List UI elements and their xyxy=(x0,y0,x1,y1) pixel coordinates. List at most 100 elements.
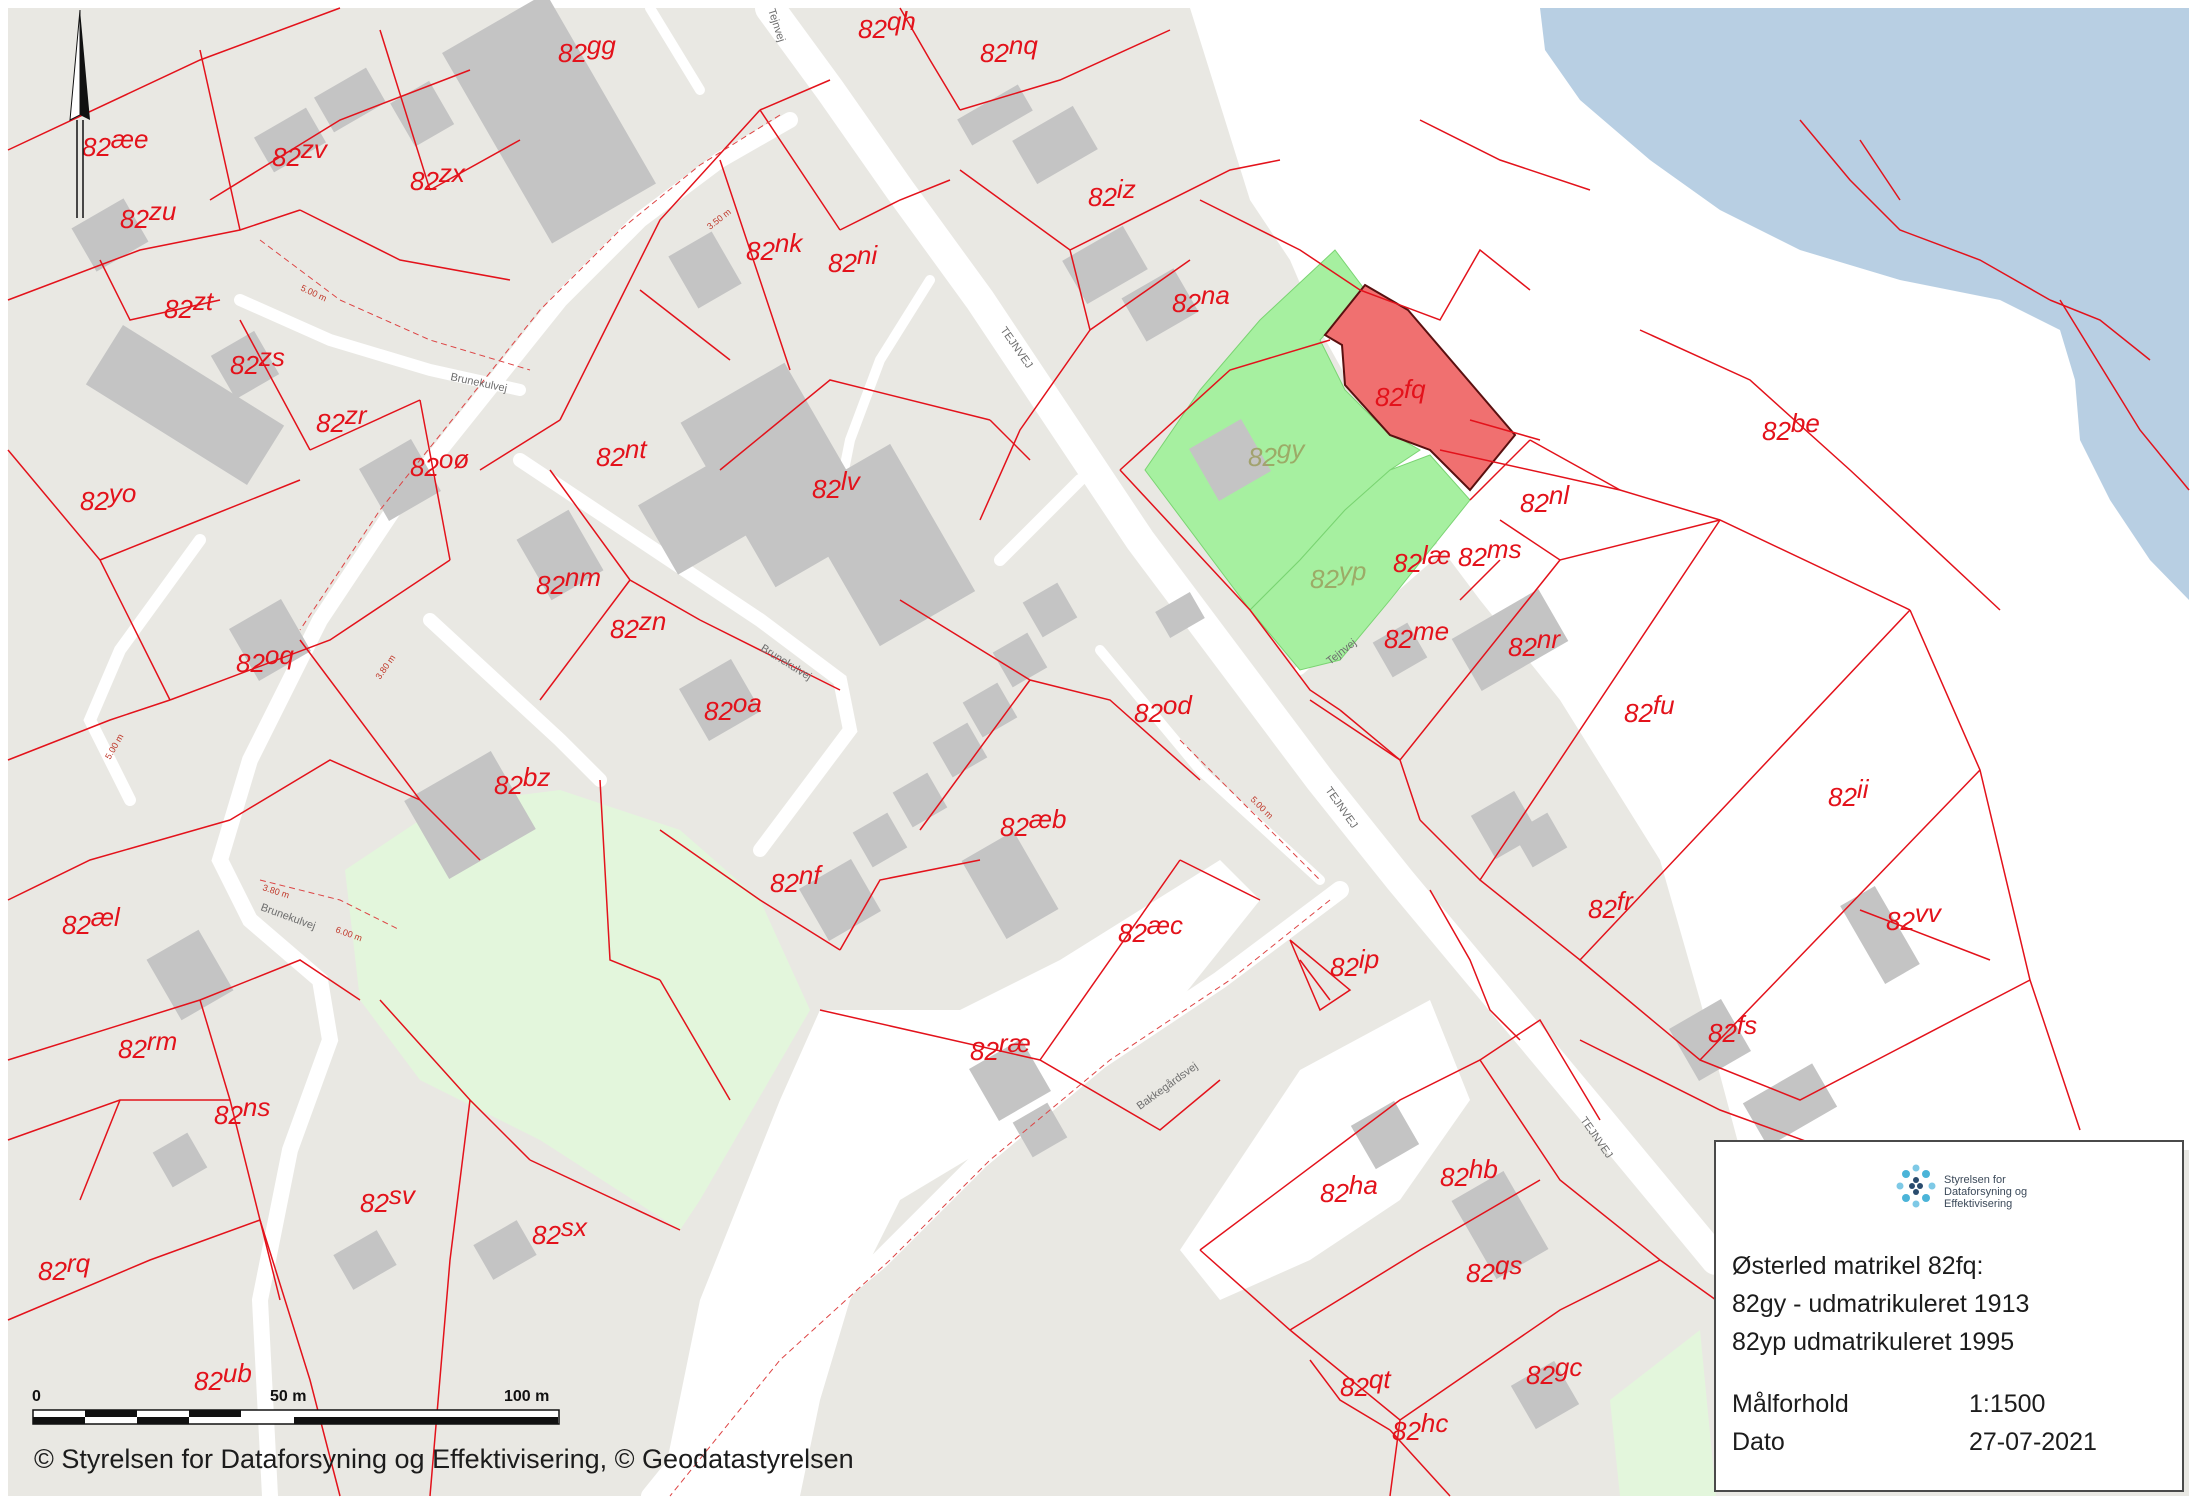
parcel-number: 82 xyxy=(236,648,265,678)
parcel-suffix: læ xyxy=(1422,540,1451,570)
parcel-number: 82 xyxy=(1320,1178,1349,1208)
parcel-suffix: æb xyxy=(1029,804,1067,834)
parcel-number: 82 xyxy=(770,868,799,898)
parcel-suffix: zr xyxy=(344,400,368,430)
parcel-suffix: yp xyxy=(1337,556,1366,586)
scale-tick-0: 0 xyxy=(32,1388,41,1405)
parcel-number: 82 xyxy=(1526,1360,1555,1390)
parcel-suffix: oø xyxy=(439,444,469,474)
parcel-number: 82 xyxy=(1624,698,1653,728)
legend-box: Styrelsen for Dataforsyning og Effektivi… xyxy=(1714,1140,2184,1492)
map-frame: TEJNVEJ TEJNVEJ TEJNVEJ Tejnvej Tejnvej … xyxy=(0,0,2197,1504)
parcel-suffix: nt xyxy=(625,434,648,464)
parcel-number: 82 xyxy=(1508,632,1537,662)
parcel-number: 82 xyxy=(980,38,1009,68)
parcel-suffix: qt xyxy=(1369,1364,1392,1394)
parcel-number: 82 xyxy=(62,910,91,940)
parcel-number: 82 xyxy=(80,486,109,516)
scale-tick-100: 100 m xyxy=(504,1388,550,1405)
parcel-number: 82 xyxy=(1118,918,1147,948)
parcel-number: 82 xyxy=(1466,1258,1495,1288)
parcel-number: 82 xyxy=(1392,1416,1421,1446)
agency-name-line: Styrelsen for xyxy=(1944,1174,2006,1186)
parcel-number: 82 xyxy=(272,142,301,172)
parcel-number: 82 xyxy=(164,294,193,324)
parcel-suffix: be xyxy=(1791,408,1820,438)
parcel-suffix: yo xyxy=(107,478,136,508)
parcel-number: 82 xyxy=(536,570,565,600)
parcel-suffix: nl xyxy=(1549,480,1570,510)
parcel-suffix: ns xyxy=(243,1092,270,1122)
agency-name-line: Effektivisering xyxy=(1944,1198,2013,1210)
parcel-suffix: ræ xyxy=(999,1028,1031,1058)
parcel-number: 82 xyxy=(812,474,841,504)
parcel-suffix: vv xyxy=(1915,898,1943,928)
parcel-suffix: sv xyxy=(389,1180,417,1210)
parcel-number: 82 xyxy=(970,1036,999,1066)
parcel-number: 82 xyxy=(1330,952,1359,982)
scale-tick-50: 50 m xyxy=(270,1388,307,1405)
parcel-suffix: rm xyxy=(147,1026,177,1056)
parcel-suffix: hb xyxy=(1469,1154,1498,1184)
parcel-number: 82 xyxy=(704,696,733,726)
parcel-suffix: oq xyxy=(265,640,294,670)
parcel-number: 82 xyxy=(596,442,625,472)
parcel-suffix: hc xyxy=(1421,1408,1448,1438)
parcel-number: 82 xyxy=(1340,1372,1369,1402)
parcel-suffix: qh xyxy=(887,6,916,36)
parcel-suffix: zn xyxy=(638,606,666,636)
scale-label: Målforhold xyxy=(1732,1390,1849,1418)
parcel-number: 82 xyxy=(1588,894,1617,924)
parcel-suffix: æc xyxy=(1147,910,1183,940)
parcel-suffix: fq xyxy=(1404,374,1426,404)
parcel-suffix: fs xyxy=(1737,1010,1757,1040)
parcel-number: 82 xyxy=(1440,1162,1469,1192)
parcel-suffix: gg xyxy=(587,30,616,60)
parcel-suffix: ii xyxy=(1857,774,1870,804)
north-arrow-icon xyxy=(69,10,90,218)
parcel-suffix: gc xyxy=(1555,1352,1582,1382)
parcel-number: 82 xyxy=(1000,812,1029,842)
parcel-suffix: zx xyxy=(438,158,466,188)
parcel-number: 82 xyxy=(120,204,149,234)
parcel-suffix: fu xyxy=(1653,690,1675,720)
parcel-suffix: ip xyxy=(1359,944,1379,974)
parcel-suffix: ha xyxy=(1349,1170,1378,1200)
parcel-number: 82 xyxy=(828,248,857,278)
parcel-number: 82 xyxy=(118,1034,147,1064)
parcel-suffix: lv xyxy=(841,466,862,496)
legend-note-82gy: 82gy - udmatrikuleret 1913 xyxy=(1732,1290,2030,1318)
parcel-number: 82 xyxy=(1134,698,1163,728)
parcel-suffix: zv xyxy=(300,134,329,164)
parcel-suffix: nm xyxy=(565,562,601,592)
parcel-suffix: fr xyxy=(1617,886,1634,916)
parcel-suffix: nk xyxy=(775,228,804,258)
parcel-number: 82 xyxy=(494,770,523,800)
parcel-suffix: nr xyxy=(1537,624,1561,654)
parcel-suffix: na xyxy=(1201,280,1230,310)
parcel-suffix: qs xyxy=(1495,1250,1522,1280)
parcel-suffix: sx xyxy=(561,1212,588,1242)
parcel-number: 82 xyxy=(1248,442,1277,472)
copyright-notice: © Styrelsen for Dataforsyning og Effekti… xyxy=(34,1444,854,1474)
parcel-number: 82 xyxy=(410,452,439,482)
parcel-suffix: ms xyxy=(1487,534,1522,564)
parcel-number: 82 xyxy=(214,1100,243,1130)
date-label: Dato xyxy=(1732,1428,1785,1456)
parcel-suffix: zs xyxy=(258,342,285,372)
parcel-number: 82 xyxy=(1384,624,1413,654)
scale-bar-graphic xyxy=(32,1409,560,1425)
parcel-number: 82 xyxy=(1886,906,1915,936)
parcel-number: 82 xyxy=(38,1256,67,1286)
parcel-number: 82 xyxy=(1708,1018,1737,1048)
legend-note-82yp: 82yp udmatrikuleret 1995 xyxy=(1732,1328,2015,1356)
parcel-suffix: me xyxy=(1413,616,1449,646)
parcel-number: 82 xyxy=(1375,382,1404,412)
parcel-suffix: od xyxy=(1163,690,1193,720)
date-value: 27-07-2021 xyxy=(1969,1428,2097,1456)
parcel-suffix: bz xyxy=(523,762,550,792)
agency-name: Styrelsen for Dataforsyning og Effektivi… xyxy=(1944,1174,2064,1210)
parcel-number: 82 xyxy=(532,1220,561,1250)
parcel-number: 82 xyxy=(746,236,775,266)
parcel-suffix: zt xyxy=(192,286,215,316)
